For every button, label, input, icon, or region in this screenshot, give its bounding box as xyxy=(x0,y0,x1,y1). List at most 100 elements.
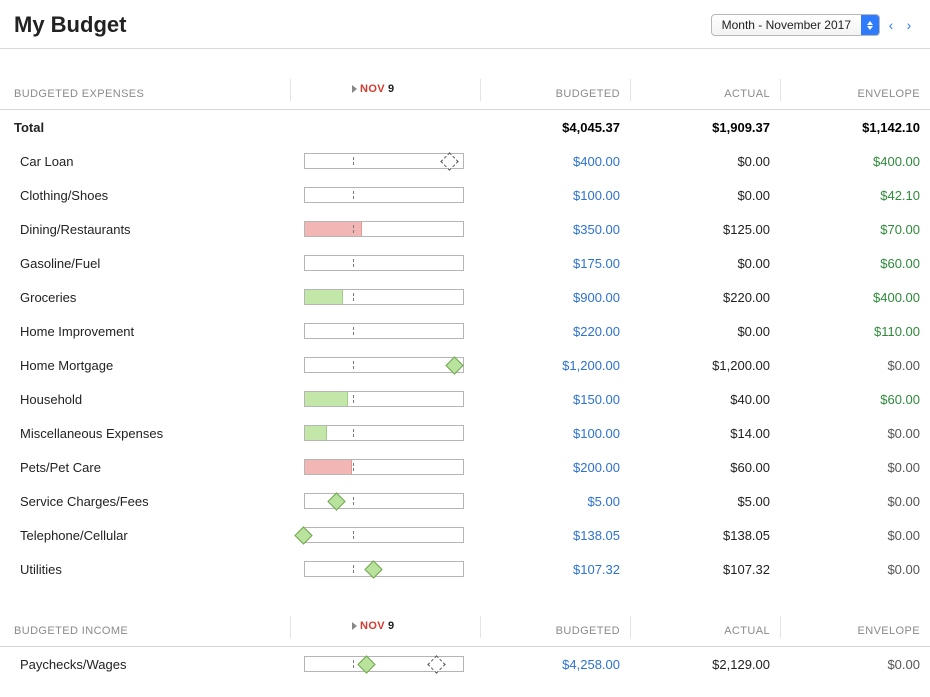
col-envelope-header: ENVELOPE xyxy=(794,88,930,100)
select-stepper-icon xyxy=(861,15,879,35)
budgeted-amount[interactable]: $200.00 xyxy=(494,460,644,475)
category-name: Telephone/Cellular xyxy=(14,528,304,543)
budgeted-amount[interactable]: $107.32 xyxy=(494,562,644,577)
envelope-amount: $0.00 xyxy=(794,426,930,441)
actual-amount: $220.00 xyxy=(644,290,794,305)
progress-bar xyxy=(304,289,464,305)
budget-row[interactable]: Dining/Restaurants$350.00$125.00$70.00 xyxy=(0,212,930,246)
budget-row[interactable]: Household$150.00$40.00$60.00 xyxy=(0,382,930,416)
category-name: Home Mortgage xyxy=(14,358,304,373)
income-section-label: BUDGETED INCOME xyxy=(14,625,304,637)
budget-row[interactable]: Car Loan$400.00$0.00$400.00 xyxy=(0,144,930,178)
envelope-amount: $400.00 xyxy=(794,154,930,169)
budgeted-amount[interactable]: $1,200.00 xyxy=(494,358,644,373)
category-name: Paychecks/Wages xyxy=(14,657,304,672)
envelope-amount: $0.00 xyxy=(794,528,930,543)
category-name: Household xyxy=(14,392,304,407)
actual-marker-icon xyxy=(445,356,463,374)
today-line xyxy=(353,531,354,539)
expenses-total-row: Total $4,045.37 $1,909.37 $1,142.10 xyxy=(0,110,930,144)
progress-bar-cell xyxy=(304,212,494,246)
actual-amount: $14.00 xyxy=(644,426,794,441)
budgeted-amount[interactable]: $4,258.00 xyxy=(494,657,644,672)
actual-amount: $107.32 xyxy=(644,562,794,577)
budget-row[interactable]: Telephone/Cellular$138.05$138.05$0.00 xyxy=(0,518,930,552)
budgeted-amount[interactable]: $100.00 xyxy=(494,188,644,203)
actual-amount: $40.00 xyxy=(644,392,794,407)
progress-bar xyxy=(304,153,464,169)
budget-row[interactable]: Groceries$900.00$220.00$400.00 xyxy=(0,280,930,314)
progress-bar xyxy=(304,187,464,203)
category-name: Miscellaneous Expenses xyxy=(14,426,304,441)
total-envelope: $1,142.10 xyxy=(794,120,930,135)
today-line xyxy=(353,660,354,668)
envelope-amount: $0.00 xyxy=(794,562,930,577)
total-label: Total xyxy=(14,120,304,135)
next-period-button[interactable]: › xyxy=(902,17,916,33)
progress-bar xyxy=(304,493,464,509)
today-line xyxy=(353,497,354,505)
envelope-amount: $60.00 xyxy=(794,256,930,271)
scheduled-marker-icon xyxy=(440,152,458,170)
prev-period-button[interactable]: ‹ xyxy=(884,17,898,33)
budget-row[interactable]: Miscellaneous Expenses $100.00$14.00$0.00 xyxy=(0,416,930,450)
progress-bar xyxy=(304,561,464,577)
progress-bar-cell xyxy=(304,314,494,348)
today-line xyxy=(353,361,354,369)
budget-row[interactable]: Clothing/Shoes$100.00$0.00$42.10 xyxy=(0,178,930,212)
progress-fill xyxy=(305,222,362,236)
today-line xyxy=(353,463,354,471)
category-name: Gasoline/Fuel xyxy=(14,256,304,271)
category-name: Utilities xyxy=(14,562,304,577)
actual-marker-icon xyxy=(327,492,345,510)
budgeted-amount[interactable]: $100.00 xyxy=(494,426,644,441)
budget-row[interactable]: Home Mortgage$1,200.00$1,200.00$0.00 xyxy=(0,348,930,382)
progress-bar xyxy=(304,255,464,271)
today-month: NOV xyxy=(360,83,385,95)
category-name: Car Loan xyxy=(14,154,304,169)
progress-bar-cell xyxy=(304,552,494,586)
actual-marker-icon xyxy=(364,560,382,578)
budgeted-amount[interactable]: $220.00 xyxy=(494,324,644,339)
progress-bar-cell xyxy=(304,647,494,681)
budgeted-amount[interactable]: $138.05 xyxy=(494,528,644,543)
col-envelope-header: ENVELOPE xyxy=(794,625,930,637)
col-actual-header: ACTUAL xyxy=(644,625,794,637)
total-actual: $1,909.37 xyxy=(644,120,794,135)
envelope-amount: $42.10 xyxy=(794,188,930,203)
envelope-amount: $70.00 xyxy=(794,222,930,237)
envelope-amount: $0.00 xyxy=(794,494,930,509)
col-budgeted-header: BUDGETED xyxy=(494,88,644,100)
budget-row[interactable]: Home Improvement$220.00$0.00$110.00 xyxy=(0,314,930,348)
budget-row[interactable]: Pets/Pet Care$200.00$60.00$0.00 xyxy=(0,450,930,484)
budgeted-amount[interactable]: $175.00 xyxy=(494,256,644,271)
progress-fill xyxy=(305,290,343,304)
budget-row[interactable]: Paychecks/Wages$4,258.00$2,129.00$0.00 xyxy=(0,647,930,681)
envelope-amount: $110.00 xyxy=(794,324,930,339)
income-section-header: BUDGETED INCOME NOV 9 BUDGETED ACTUAL EN… xyxy=(0,616,930,647)
budgeted-amount[interactable]: $5.00 xyxy=(494,494,644,509)
category-name: Service Charges/Fees xyxy=(14,494,304,509)
today-month: NOV xyxy=(360,620,385,632)
actual-marker-icon xyxy=(357,655,375,673)
progress-bar-cell xyxy=(304,518,494,552)
today-line xyxy=(353,157,354,165)
progress-bar-cell xyxy=(304,450,494,484)
envelope-amount: $0.00 xyxy=(794,460,930,475)
today-marker-icon xyxy=(352,85,357,93)
category-name: Pets/Pet Care xyxy=(14,460,304,475)
budgeted-amount[interactable]: $350.00 xyxy=(494,222,644,237)
budgeted-amount[interactable]: $150.00 xyxy=(494,392,644,407)
actual-amount: $0.00 xyxy=(644,188,794,203)
scheduled-marker-icon xyxy=(427,655,445,673)
period-select-label: Month - November 2017 xyxy=(712,18,861,32)
budgeted-amount[interactable]: $400.00 xyxy=(494,154,644,169)
budget-row[interactable]: Service Charges/Fees$5.00$5.00$0.00 xyxy=(0,484,930,518)
progress-bar xyxy=(304,221,464,237)
budget-row[interactable]: Gasoline/Fuel$175.00$0.00$60.00 xyxy=(0,246,930,280)
actual-amount: $2,129.00 xyxy=(644,657,794,672)
period-select[interactable]: Month - November 2017 xyxy=(711,14,880,36)
actual-amount: $125.00 xyxy=(644,222,794,237)
budget-row[interactable]: Utilities$107.32$107.32$0.00 xyxy=(0,552,930,586)
budgeted-amount[interactable]: $900.00 xyxy=(494,290,644,305)
